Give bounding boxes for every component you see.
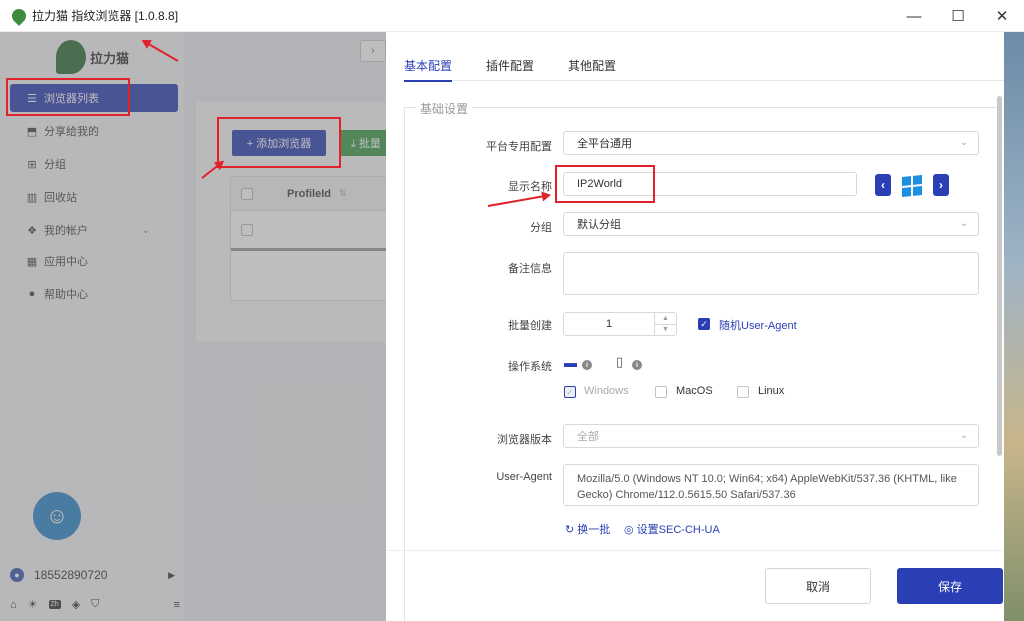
group-select[interactable]: 默认分组 ⌄ [563,212,979,236]
settings-icon: ◎ [624,524,634,536]
platform-select[interactable]: 全平台通用 ⌄ [563,131,979,155]
close-button[interactable]: ✕ [980,0,1024,32]
scrollbar-thumb[interactable] [997,96,1002,456]
desktop-background-strip [1004,32,1024,621]
mobile-icon[interactable]: ▯ [616,354,623,370]
os-windows-checkbox[interactable]: ✓ [564,386,576,398]
user-agent-line: Mozilla/5.0 (Windows NT 10.0; Win64; x64… [577,473,957,485]
annotation-box-display-name [555,165,655,203]
browser-version-label: 浏览器版本 [497,434,552,446]
batch-count-stepper[interactable]: 1 ▲ ▼ [563,312,677,336]
random-ua-label[interactable]: 随机User-Agent [719,317,797,333]
group-label: 分组 [530,222,552,234]
batch-count-value: 1 [605,318,613,330]
info-icon: i [582,360,592,370]
group-value: 默认分组 [577,219,621,231]
notes-textarea[interactable] [563,252,979,295]
notes-label: 备注信息 [508,263,552,275]
save-button[interactable]: 保存 [897,568,1003,604]
os-macos-checkbox[interactable] [655,386,667,398]
os-windows-label: Windows [584,385,629,397]
app-logo-icon [9,5,29,26]
os-label: 操作系统 [508,361,552,373]
tab-basic-config[interactable]: 基本配置 [404,57,453,82]
user-agent-line: Gecko) Chrome/112.0.5615.50 Safari/537.3… [577,489,796,501]
user-agent-textarea[interactable]: Mozilla/5.0 (Windows NT 10.0; Win64; x64… [563,464,979,506]
batch-create-label: 批量创建 [508,320,552,332]
window-title-bar: 拉力猫 指纹浏览器 [1.0.8.8] — ☐ ✕ [0,0,1024,32]
user-agent-label: User-Agent [496,471,552,483]
section-title: 基础设置 [416,100,473,117]
stepper-buttons: ▲ ▼ [654,313,676,335]
scrollbar[interactable] [997,96,1003,546]
config-tabs: 基本配置 插件配置 其他配置 [404,57,1004,82]
create-browser-drawer: 基本配置 插件配置 其他配置 基础设置 平台专用配置 全平台通用 ⌄ 显示名称 … [386,32,1024,621]
browser-version-placeholder: 全部 [577,431,599,443]
increment-icon[interactable]: ▲ [655,313,676,325]
display-name-label: 显示名称 [508,181,552,193]
window-title: 拉力猫 指纹浏览器 [1.0.8.8] [32,9,179,23]
tab-other-config[interactable]: 其他配置 [568,57,616,81]
chevron-down-icon: ⌄ [959,137,968,148]
random-ua-checkbox[interactable]: ✓ [698,318,710,330]
platform-label: 平台专用配置 [486,141,552,153]
refresh-ua-label: 换一批 [577,524,611,536]
refresh-ua-link[interactable]: ↻ 换一批 [565,521,610,537]
os-macos-label: MacOS [676,385,713,397]
chevron-down-icon: ⌄ [959,430,968,441]
platform-value: 全平台通用 [577,138,632,150]
windows-icon [902,174,922,198]
os-linux-checkbox[interactable] [737,386,749,398]
maximize-button[interactable]: ☐ [936,0,980,32]
prev-platform-button[interactable]: ‹ [875,174,891,196]
desktop-icon[interactable]: ▬ [564,355,577,370]
sec-ch-ua-link[interactable]: ◎ 设置SEC-CH-UA [624,521,720,537]
next-platform-button[interactable]: › [933,174,949,196]
window-controls: — ☐ ✕ [892,0,1024,32]
cancel-button[interactable]: 取消 [765,568,871,604]
browser-version-select[interactable]: 全部 ⌄ [563,424,979,448]
info-icon: i [632,360,642,370]
decrement-icon[interactable]: ▼ [655,325,676,336]
os-linux-label: Linux [758,385,785,397]
refresh-icon: ↻ [565,524,575,536]
sec-ch-ua-label: 设置SEC-CH-UA [636,524,720,536]
chevron-down-icon: ⌄ [959,218,968,229]
annotation-box-add-browser [217,117,341,168]
tab-plugin-config[interactable]: 插件配置 [486,57,534,81]
minimize-button[interactable]: — [892,0,936,32]
annotation-box-browser-list [6,78,130,116]
